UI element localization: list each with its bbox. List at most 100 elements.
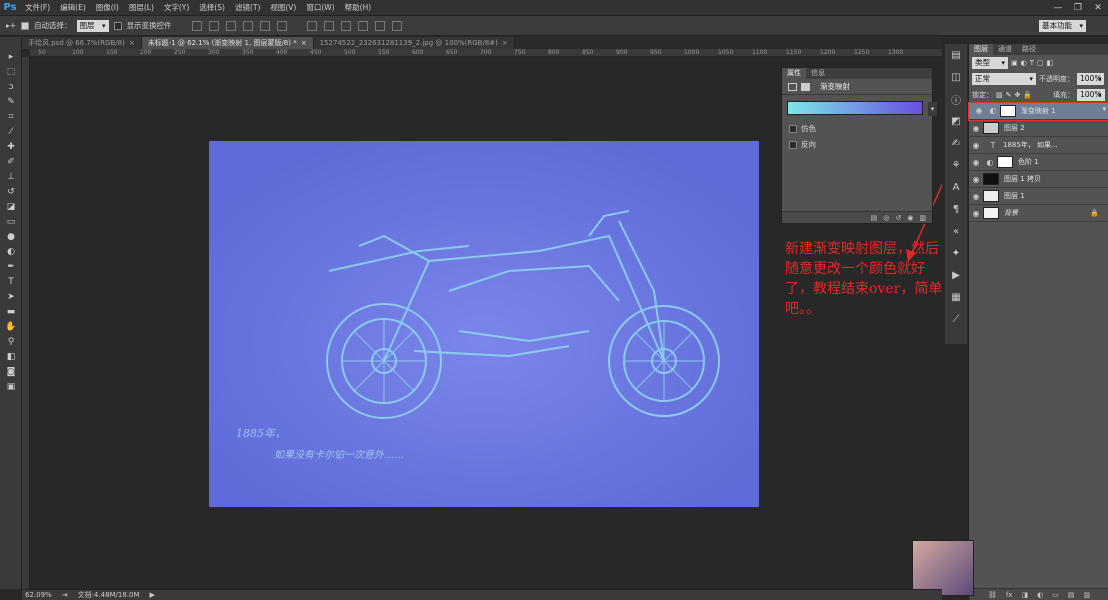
tab-close-icon[interactable]: × [301, 37, 307, 49]
maximize-button[interactable]: ❐ [1068, 0, 1088, 16]
layer-image-1[interactable]: ◉ 图层 1 [969, 188, 1108, 205]
menu-view[interactable]: 视图(V) [265, 0, 301, 16]
hand-tool-icon[interactable]: ✋ [0, 319, 22, 334]
align-vcenter-icon[interactable] [208, 20, 219, 31]
menu-layer[interactable]: 图层(L) [124, 0, 159, 16]
align-right-icon[interactable] [276, 20, 287, 31]
clip-layer-icon[interactable]: ▤ [871, 214, 878, 222]
eraser-tool-icon[interactable]: ◪ [0, 199, 22, 214]
tab-layers[interactable]: 图层 [969, 44, 993, 55]
distribute-vcenter-icon[interactable] [323, 20, 334, 31]
auto-select-dropdown[interactable]: 图层 [76, 19, 109, 32]
dodge-tool-icon[interactable]: ◐ [0, 244, 22, 259]
eye-icon[interactable]: ◉ [969, 141, 983, 150]
menu-edit[interactable]: 编辑(E) [55, 0, 91, 16]
layer-filter-dropdown[interactable]: 类型 [972, 57, 1008, 69]
filter-smart-icon[interactable]: ◧ [1047, 59, 1054, 67]
distribute-left-icon[interactable] [357, 20, 368, 31]
fill-input[interactable]: 100% [1077, 89, 1105, 101]
opacity-input[interactable]: 100% [1077, 73, 1105, 85]
layer-mask-thumbnail[interactable] [997, 156, 1013, 168]
layer-style-icon[interactable]: fx [1006, 591, 1013, 599]
filter-shape-icon[interactable]: ▢ [1037, 59, 1044, 67]
eye-icon[interactable]: ◉ [969, 158, 983, 167]
lasso-tool-icon[interactable]: ↄ [0, 79, 22, 94]
tab-close-icon[interactable]: × [129, 37, 135, 49]
align-top-icon[interactable] [191, 20, 202, 31]
lock-paint-icon[interactable]: ✎ [1006, 91, 1012, 99]
color-panel-icon[interactable]: ◫ [945, 66, 967, 88]
doc-tab[interactable]: 15274522_232631281139_2.jpg @ 100%(RGB/8… [313, 37, 515, 49]
delete-layer-icon[interactable]: ▥ [1083, 591, 1090, 599]
swatches-panel-icon[interactable]: ▦ [945, 286, 967, 308]
quick-select-tool-icon[interactable]: ✎ [0, 94, 22, 109]
reverse-checkbox[interactable] [789, 140, 797, 149]
shape-tool-icon[interactable]: ▬ [0, 304, 22, 319]
menu-help[interactable]: 帮助(H) [340, 0, 377, 16]
healing-tool-icon[interactable]: ✚ [0, 139, 22, 154]
zoom-level[interactable]: 62.09% [25, 591, 52, 599]
brush-tool-icon[interactable]: ✐ [0, 154, 22, 169]
path-select-tool-icon[interactable]: ➤ [0, 289, 22, 304]
styles-panel-icon[interactable]: ✦ [945, 242, 967, 264]
menu-select[interactable]: 选择(S) [194, 0, 230, 16]
align-bottom-icon[interactable] [225, 20, 236, 31]
doc-tab-active[interactable]: 未标题-1 @ 62.1% (渐变映射 1, 图层蒙版/8) * × [141, 37, 314, 49]
doc-tab[interactable]: 手绘风.psd @ 66.7%(RGB/8) × [22, 37, 142, 49]
menu-type[interactable]: 文字(Y) [159, 0, 194, 16]
tab-close-icon[interactable]: × [502, 37, 508, 49]
status-arrow-icon[interactable]: ▶ [150, 591, 155, 599]
new-layer-icon[interactable]: ▤ [1068, 591, 1075, 599]
move-tool-icon[interactable]: ▸ [0, 49, 22, 64]
blur-tool-icon[interactable]: ● [0, 229, 22, 244]
eye-icon[interactable]: ◉ [969, 124, 983, 133]
type-tool-icon[interactable]: T [0, 274, 22, 289]
menu-image[interactable]: 图像(I) [91, 0, 124, 16]
eye-icon[interactable]: ◉ [969, 175, 983, 184]
measure-panel-icon[interactable]: ⟋ [945, 308, 967, 330]
stamp-tool-icon[interactable]: ⊥ [0, 169, 22, 184]
zoom-tool-icon[interactable]: ⚲ [0, 334, 22, 349]
tab-channels[interactable]: 通道 [993, 44, 1017, 55]
clone-panel-icon[interactable]: ⚘ [945, 154, 967, 176]
marquee-tool-icon[interactable]: ⬚ [0, 64, 22, 79]
layer-levels[interactable]: ◉ ◐ 色阶 1 [969, 154, 1108, 171]
tab-paths[interactable]: 路径 [1017, 44, 1041, 55]
eye-icon[interactable]: ◉ [969, 192, 983, 201]
quick-mask-icon[interactable]: ◙ [0, 364, 22, 379]
workspace-dropdown[interactable]: 基本功能 [1039, 20, 1086, 32]
brush-panel-icon[interactable]: ✍ [945, 132, 967, 154]
lock-all-icon[interactable]: 🔒 [1023, 91, 1032, 99]
layer-text[interactable]: ◉ T 1885年， 如果... [969, 137, 1108, 154]
distribute-hcenter-icon[interactable] [374, 20, 385, 31]
eye-icon[interactable]: ◉ [972, 105, 986, 117]
close-button[interactable]: ✕ [1088, 0, 1108, 16]
history-panel-icon[interactable]: ▤ [945, 44, 967, 66]
dither-checkbox[interactable] [789, 124, 797, 133]
layer-background[interactable]: ◉ 背景 🔒 [969, 205, 1108, 222]
screen-mode-icon[interactable]: ▣ [0, 379, 22, 394]
filter-pixel-icon[interactable]: ▣ [1011, 59, 1018, 67]
view-previous-icon[interactable]: ◎ [883, 214, 889, 222]
filter-adjust-icon[interactable]: ◐ [1021, 59, 1027, 67]
adjustments-panel-icon[interactable]: ◩ [945, 110, 967, 132]
new-group-icon[interactable]: ▭ [1052, 591, 1059, 599]
minimize-button[interactable]: — [1048, 0, 1068, 16]
actions-panel-icon[interactable]: ▶ [945, 264, 967, 286]
tab-properties[interactable]: 属性 [782, 68, 806, 79]
lock-pixels-icon[interactable]: ▨ [996, 91, 1003, 99]
layer-mask-thumbnail[interactable] [1000, 105, 1016, 117]
character-panel-icon[interactable]: A [945, 176, 967, 198]
distribute-right-icon[interactable] [391, 20, 402, 31]
new-adjustment-icon[interactable]: ◐ [1037, 591, 1043, 599]
gradient-dropdown[interactable]: ▾ [928, 102, 937, 116]
move-tool-icon[interactable]: ▸+ [6, 21, 16, 30]
paragraph-panel-icon[interactable]: ¶ [945, 198, 967, 220]
layer-image-1-copy[interactable]: ◉ 图层 1 拷贝 [969, 171, 1108, 188]
link-layers-icon[interactable]: ⛓ [988, 591, 997, 599]
blend-mode-dropdown[interactable]: 正常 [972, 73, 1036, 85]
add-mask-icon[interactable]: ◨ [1021, 591, 1028, 599]
eyedropper-tool-icon[interactable]: ⁄ [0, 124, 22, 139]
distribute-top-icon[interactable] [306, 20, 317, 31]
auto-select-checkbox[interactable] [21, 21, 30, 30]
